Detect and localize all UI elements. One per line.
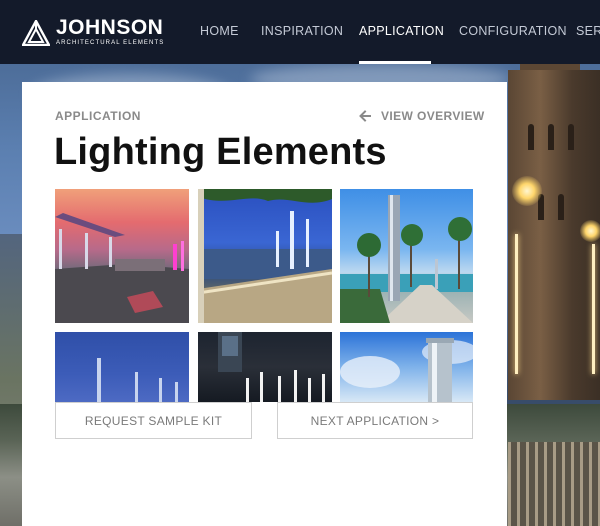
background-fence xyxy=(508,442,600,526)
view-overview-label: VIEW OVERVIEW xyxy=(381,109,485,123)
column-sky-image xyxy=(340,338,473,402)
gallery-thumbnail-dusk-poles[interactable] xyxy=(55,332,189,402)
gallery-thumbnail-plaza[interactable] xyxy=(55,189,189,323)
plaza-image xyxy=(55,213,189,323)
logo-name: JOHNSON xyxy=(56,16,164,39)
logo-text: JOHNSON ARCHITECTURAL ELEMENTS xyxy=(56,16,165,47)
nav-services[interactable]: SERV xyxy=(576,24,600,38)
page-title: Lighting Elements xyxy=(54,131,387,173)
promenade-image xyxy=(340,195,473,323)
tower-window xyxy=(568,124,574,150)
arrow-left-icon xyxy=(359,110,371,122)
night-path-image xyxy=(218,332,325,402)
gallery-thumbnail-waterfront[interactable] xyxy=(198,189,332,323)
section-eyebrow: APPLICATION xyxy=(55,109,141,123)
gallery-thumbnail-column-sky[interactable] xyxy=(340,332,473,402)
waterfront-image xyxy=(198,189,332,323)
gallery-thumbnail-night-path[interactable] xyxy=(198,332,332,402)
logo-tagline: ARCHITECTURAL ELEMENTS xyxy=(56,40,165,46)
content-panel: APPLICATION VIEW OVERVIEW Lighting Eleme… xyxy=(22,82,507,526)
nav-inspiration[interactable]: INSPIRATION xyxy=(261,24,343,38)
site-header: JOHNSON ARCHITECTURAL ELEMENTS HOME INSP… xyxy=(0,0,600,64)
next-application-button[interactable]: NEXT APPLICATION > xyxy=(277,402,473,439)
street-lamp-glow xyxy=(580,220,600,242)
light-pole xyxy=(515,234,518,374)
triangle-logo-icon xyxy=(22,19,50,46)
light-pole xyxy=(592,244,595,374)
tower-window xyxy=(548,124,554,150)
street-lamp-glow xyxy=(512,176,542,206)
gallery-thumbnail-promenade[interactable] xyxy=(340,189,473,323)
nav-home[interactable]: HOME xyxy=(200,24,239,38)
view-overview-link[interactable]: VIEW OVERVIEW xyxy=(359,109,485,123)
tower-window xyxy=(558,194,564,220)
dusk-poles-image xyxy=(97,358,178,402)
request-sample-kit-button[interactable]: REQUEST SAMPLE KIT xyxy=(55,402,252,439)
nav-application[interactable]: APPLICATION xyxy=(359,24,444,38)
nav-configuration[interactable]: CONFIGURATION xyxy=(459,24,567,38)
logo[interactable]: JOHNSON ARCHITECTURAL ELEMENTS xyxy=(22,16,165,47)
nav-active-indicator xyxy=(359,61,431,64)
tower-window xyxy=(528,124,534,150)
